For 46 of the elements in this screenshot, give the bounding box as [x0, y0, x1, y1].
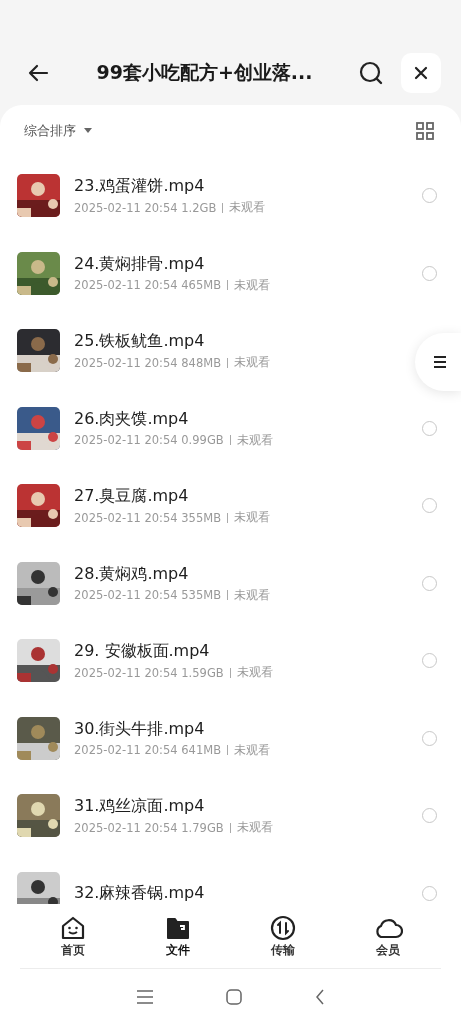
transfer-icon [270, 914, 297, 941]
file-meta: 2025-02-11 20:54 535MB [74, 588, 222, 603]
home-icon [59, 914, 86, 941]
nav-tab[interactable]: 会员 [335, 904, 441, 968]
file-name[interactable]: 32.麻辣香锅.mp4 [74, 882, 205, 904]
sort-dropdown[interactable]: 综合排序 [24, 122, 92, 140]
watch-status: 未观看 [234, 587, 271, 603]
file-name[interactable]: 23.鸡蛋灌饼.mp4 [74, 176, 205, 198]
file-name[interactable]: 26.肉夹馍.mp4 [74, 408, 189, 430]
watch-status: 未观看 [234, 510, 271, 526]
file-name[interactable]: 31.鸡丝凉面.mp4 [74, 796, 205, 818]
nav-tab[interactable]: 文件 [125, 904, 231, 968]
nav-tab[interactable]: 传输 [230, 904, 336, 968]
nav-tab[interactable]: 首页 [20, 904, 126, 968]
menu-icon [433, 355, 447, 369]
file-name[interactable]: 25.铁板鱿鱼.mp4 [74, 331, 205, 353]
file-meta: 2025-02-11 20:54 1.79GB [74, 820, 224, 835]
grid-view-button[interactable] [415, 121, 435, 141]
watch-status: 未观看 [236, 820, 273, 836]
file-name[interactable]: 28.黄焖鸡.mp4 [74, 563, 189, 585]
watch-status: 未观看 [229, 200, 266, 216]
file-name[interactable]: 24.黄焖排骨.mp4 [74, 253, 205, 275]
close-icon [414, 65, 428, 80]
file-meta: 2025-02-11 20:54 848MB [74, 355, 222, 370]
search-icon [358, 59, 384, 86]
watch-status: 未观看 [236, 432, 273, 448]
window-title: 99套小吃配方+创业落... [95, 59, 314, 85]
close-button[interactable] [401, 52, 441, 93]
file-meta: 2025-02-11 20:54 0.99GB [74, 433, 224, 448]
watch-status: 未观看 [236, 665, 273, 681]
file-meta: 2025-02-11 20:54 641MB [74, 743, 222, 758]
watch-status: 未观看 [234, 355, 271, 371]
file-meta: 2025-02-11 20:54 1.59GB [74, 665, 224, 680]
file-meta: 2025-02-11 20:54 465MB [74, 278, 222, 293]
back-icon[interactable] [314, 988, 325, 1005]
home-button-icon[interactable] [226, 988, 243, 1005]
watch-status: 未观看 [234, 277, 271, 293]
file-name[interactable]: 29. 安徽板面.mp4 [74, 641, 210, 663]
caret-icon [84, 128, 92, 134]
menu-icon[interactable] [136, 989, 155, 1004]
file-meta: 2025-02-11 20:54 1.2GB [74, 200, 217, 215]
watch-status: 未观看 [234, 742, 271, 758]
file-name[interactable]: 30.街头牛排.mp4 [74, 718, 205, 740]
file-meta: 2025-02-11 20:54 355MB [74, 510, 222, 525]
grid-icon [416, 122, 434, 140]
file-name[interactable]: 27.臭豆腐.mp4 [74, 486, 189, 508]
